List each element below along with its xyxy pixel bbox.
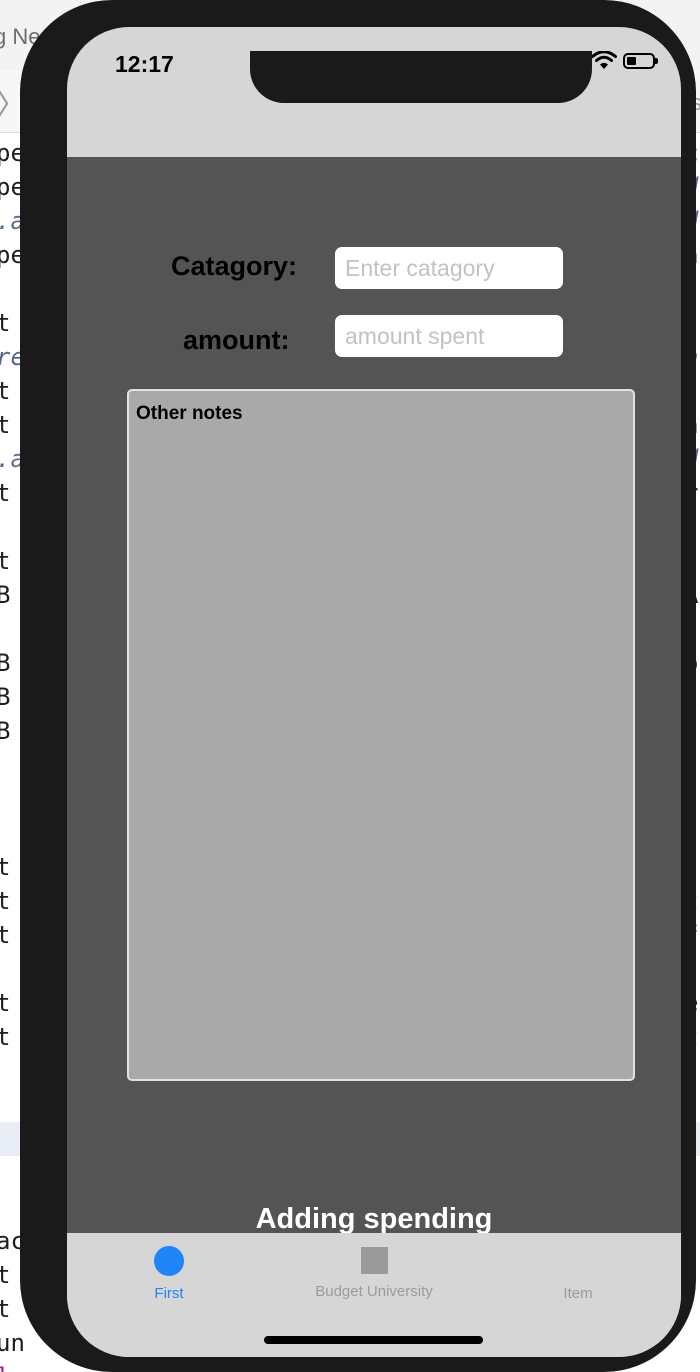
code-fragment: t — [0, 377, 11, 405]
code-fragment: B — [0, 581, 11, 609]
app-screen: 12:17 Catagory: amount: Adding spending — [67, 27, 681, 1357]
tab-budget-university[interactable]: Budget University — [274, 1233, 474, 1323]
status-time: 12:17 — [115, 51, 174, 77]
home-indicator — [264, 1336, 483, 1344]
code-fragment: t — [0, 887, 11, 915]
wifi-icon — [591, 51, 617, 69]
code-fragment: t — [0, 921, 11, 949]
code-fragment: B — [0, 717, 11, 745]
code-fragment: t — [0, 853, 11, 881]
category-input[interactable] — [335, 247, 563, 289]
code-fragment: B — [0, 683, 11, 711]
code-fragment: t — [0, 989, 11, 1017]
iphone-simulator-frame: 12:17 Catagory: amount: Adding spending — [20, 0, 696, 1372]
code-fragment: t — [0, 547, 11, 575]
device-notch — [250, 51, 592, 103]
amount-label: amount: — [183, 325, 290, 355]
code-fragment: un — [0, 1329, 25, 1357]
tab-label: First — [154, 1285, 184, 1302]
amount-input[interactable] — [335, 315, 563, 357]
tab-label: Item — [563, 1285, 593, 1302]
square-icon — [360, 1247, 388, 1274]
category-label: Catagory: — [171, 251, 298, 281]
tab-item[interactable]: Item — [528, 1233, 628, 1323]
circle-icon — [154, 1246, 184, 1276]
code-fragment: t — [0, 411, 11, 439]
add-spending-view: Catagory: amount: Adding spending — [67, 157, 681, 1235]
battery-icon — [623, 53, 658, 69]
code-fragment: t — [0, 1295, 11, 1323]
code-fragment: t — [0, 1023, 11, 1051]
other-notes-textarea[interactable] — [127, 389, 635, 1081]
code-fragment: B — [0, 649, 11, 677]
tab-first[interactable]: First — [119, 1233, 219, 1323]
code-fragment: l. — [0, 1362, 25, 1372]
code-fragment: t — [0, 309, 11, 337]
tab-label: Budget University — [315, 1283, 433, 1300]
blank-tab-icon — [563, 1246, 593, 1276]
code-fragment: t — [0, 479, 11, 507]
code-fragment: t — [0, 1261, 11, 1289]
